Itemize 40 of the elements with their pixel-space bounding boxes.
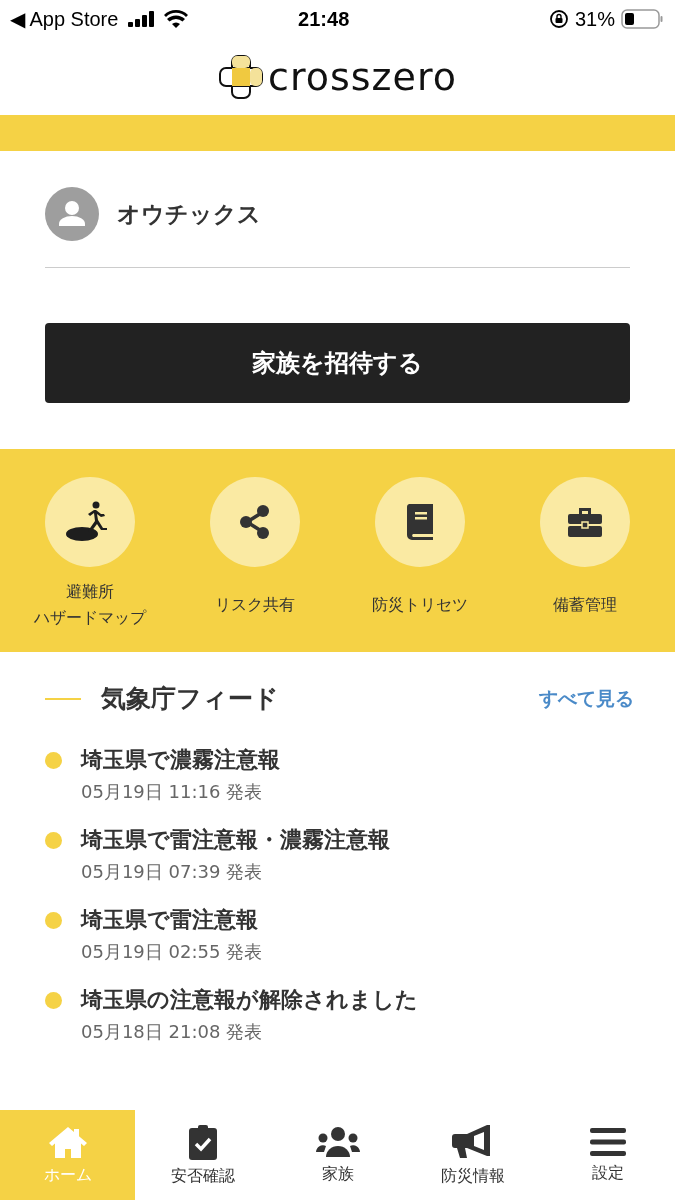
nav-tab[interactable]: 防災情報	[405, 1110, 540, 1200]
group-icon	[314, 1125, 361, 1158]
feed-item-title[interactable]: 埼玉県の注意報が解除されました	[81, 983, 418, 1017]
feed-item-time: 05月18日 21:08 発表	[81, 1020, 264, 1044]
invite-family-button[interactable]: 家族を招待する	[45, 323, 630, 403]
profile-name: オウチックス	[117, 199, 261, 229]
wifi-icon	[164, 10, 189, 28]
rotation-lock-icon	[548, 9, 569, 29]
shortcut-label: 備蓄管理	[553, 594, 617, 616]
clipboard-check-icon	[187, 1123, 218, 1160]
nav-tab[interactable]: 設定	[540, 1110, 675, 1200]
feed-item-time: 05月19日 11:16 発表	[81, 780, 264, 804]
menu-icon	[589, 1126, 626, 1157]
share-icon	[239, 504, 271, 540]
feed-item-title[interactable]: 埼玉県で濃霧注意報	[81, 743, 280, 777]
feed-item-time: 05月19日 07:39 発表	[81, 860, 264, 884]
bullet-dot	[45, 832, 62, 849]
section-title: 気象庁フィード	[101, 683, 280, 715]
battery-icon	[621, 9, 663, 29]
shortcut-label: 避難所	[66, 581, 114, 603]
feed-item-title[interactable]: 埼玉県で雷注意報・濃霧注意報	[81, 823, 390, 857]
nav-tab[interactable]: 家族	[270, 1110, 405, 1200]
avatar-icon	[45, 187, 99, 241]
feed-item-title[interactable]: 埼玉県で雷注意報	[81, 903, 263, 937]
shortcut-label: ハザードマップ	[34, 607, 146, 629]
cross-logo-icon	[218, 53, 265, 100]
book-icon	[405, 504, 435, 540]
brand-logo: crosszero	[268, 54, 457, 99]
see-all-link[interactable]: すべて見る	[539, 685, 634, 712]
bullet-dot	[45, 912, 62, 929]
bullet-dot	[45, 752, 62, 769]
battery-percentage: 31%	[574, 7, 615, 31]
bullet-dot	[45, 992, 62, 1009]
feed-item-time: 05月19日 02:55 発表	[81, 940, 263, 964]
clock-time: 21:48	[297, 7, 351, 31]
shortcut-label: リスク共有	[215, 594, 295, 616]
shortcut-label: 防災トリセツ	[372, 594, 468, 616]
nav-tab[interactable]: 安否確認	[135, 1110, 270, 1200]
back-to-app-store[interactable]: ◀ App Store	[10, 7, 119, 31]
toolbox-icon	[567, 506, 603, 538]
